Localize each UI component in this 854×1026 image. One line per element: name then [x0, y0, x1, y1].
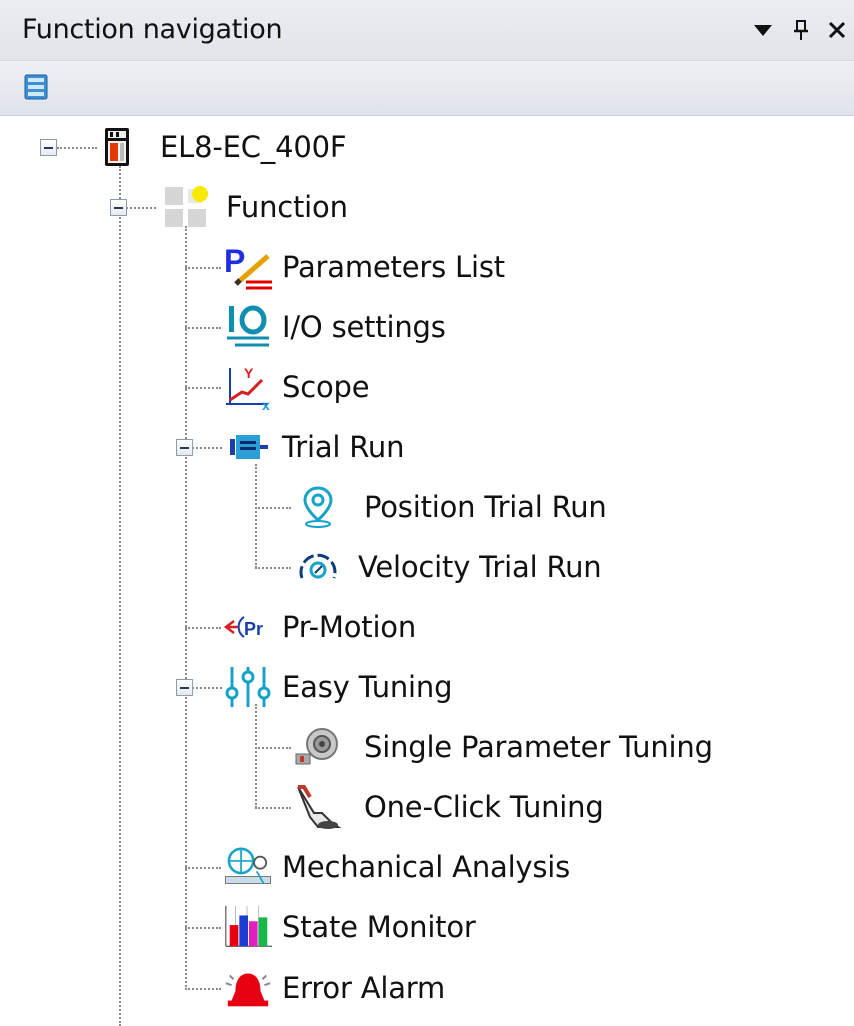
hand-click-icon [292, 783, 344, 831]
tree-node-io-settings[interactable]: I/O settings [222, 303, 446, 351]
tree-view-icon[interactable] [20, 71, 52, 103]
tree-node-label: Easy Tuning [282, 670, 453, 704]
tree-node-scope[interactable]: Y x Scope [222, 363, 370, 411]
tree-node-root[interactable]: EL8-EC_400F [94, 123, 347, 171]
close-icon[interactable] [822, 12, 852, 48]
tree-connector [185, 988, 221, 990]
tree-node-mechanical-analysis[interactable]: Mechanical Analysis [222, 843, 570, 891]
tree-connector [255, 507, 291, 509]
tree-node-function[interactable]: Function [160, 183, 348, 231]
tree-node-label: Scope [282, 370, 370, 404]
tree-node-label: State Monitor [282, 910, 476, 944]
collapse-toggle-root[interactable] [40, 139, 57, 156]
svg-text:Pr: Pr [244, 619, 263, 639]
parameters-icon: P [222, 243, 274, 291]
position-pin-icon [292, 483, 344, 531]
tree-node-label: I/O settings [282, 310, 446, 344]
bar-chart-icon [222, 903, 274, 951]
function-group-icon [160, 183, 212, 231]
tree-node-label: Single Parameter Tuning [364, 730, 713, 764]
tree-node-label: EL8-EC_400F [160, 130, 347, 164]
tree-node-position-trial-run[interactable]: Position Trial Run [292, 483, 607, 531]
tree-node-label: Position Trial Run [364, 490, 607, 524]
motor-icon [222, 423, 274, 471]
tree-connector [185, 627, 221, 629]
tree-node-label: Parameters List [282, 250, 505, 284]
tree-node-parameters-list[interactable]: P Parameters List [222, 243, 505, 291]
collapse-toggle-easy-tuning[interactable] [176, 679, 193, 696]
tree-node-label: Function [226, 190, 348, 224]
tree-node-label: Error Alarm [282, 971, 446, 1005]
tree-node-label: Trial Run [282, 430, 405, 464]
svg-text:Y: Y [244, 365, 254, 381]
tree-connector [185, 927, 221, 929]
tree-connector [185, 267, 221, 269]
tree-connector [185, 327, 221, 329]
tree-connector [185, 867, 221, 869]
tree-connector [185, 226, 187, 990]
mechanical-analysis-icon [222, 843, 274, 891]
svg-text:P: P [224, 244, 245, 279]
tree-connector [192, 687, 222, 689]
tree-node-label: Mechanical Analysis [282, 850, 571, 884]
speedometer-icon [292, 543, 344, 591]
tree-connector [57, 147, 97, 149]
sliders-icon [222, 663, 274, 711]
tree-node-error-alarm[interactable]: Error Alarm [222, 964, 445, 1012]
collapse-toggle-function[interactable] [110, 199, 127, 216]
tree-connector [255, 704, 257, 808]
panel-title-bar[interactable]: Function navigation [0, 0, 854, 61]
collapse-toggle-trial-run[interactable] [176, 439, 193, 456]
tree-node-one-click-tuning[interactable]: One-Click Tuning [292, 783, 604, 831]
tree-connector [185, 387, 221, 389]
tree-connector [119, 166, 121, 1026]
tree-connector [255, 567, 291, 569]
dropdown-arrow-icon[interactable] [748, 12, 778, 48]
tree-node-trial-run[interactable]: Trial Run [222, 423, 404, 471]
tree-node-pr-motion[interactable]: Pr Pr-Motion [222, 603, 416, 651]
pr-motion-icon: Pr [222, 603, 274, 651]
scope-icon: Y x [222, 363, 274, 411]
io-icon [222, 303, 274, 351]
tree-connector [255, 747, 291, 749]
servo-drive-icon [94, 123, 140, 171]
tree-connector [255, 464, 257, 568]
tree-connector [192, 447, 222, 449]
tree-node-easy-tuning[interactable]: Easy Tuning [222, 663, 453, 711]
tree-node-velocity-trial-run[interactable]: Velocity Trial Run [292, 543, 602, 591]
turbo-icon [292, 723, 344, 771]
tree-node-label: Pr-Motion [282, 610, 417, 644]
tree-node-state-monitor[interactable]: State Monitor [222, 903, 476, 951]
tree-connector [255, 807, 291, 809]
alarm-bell-icon [222, 964, 274, 1012]
tree-node-single-parameter-tuning[interactable]: Single Parameter Tuning [292, 723, 713, 771]
function-navigation-panel: Function navigation EL8-EC_400F Function… [0, 0, 854, 1026]
panel-toolbar [0, 61, 854, 116]
pin-icon[interactable] [786, 12, 816, 48]
tree-node-label: Velocity Trial Run [358, 550, 602, 584]
tree-node-label: One-Click Tuning [364, 790, 604, 824]
function-tree: EL8-EC_400F Function P Parameters List I… [0, 116, 854, 1026]
panel-title: Function navigation [22, 14, 283, 45]
tree-connector [126, 207, 156, 209]
svg-text:x: x [262, 397, 270, 410]
